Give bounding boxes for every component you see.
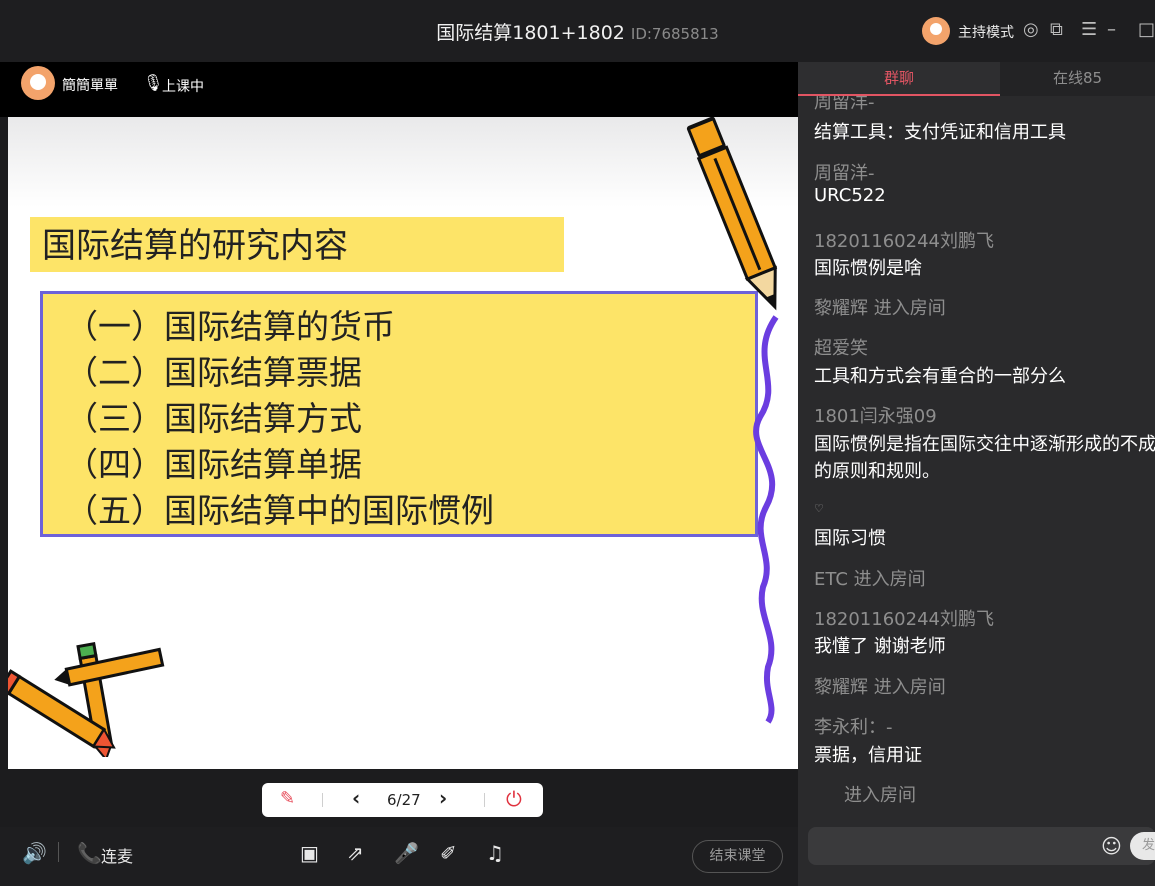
class-status: 上课中 bbox=[162, 79, 204, 95]
emoji-icon[interactable]: ☺ bbox=[1101, 834, 1122, 858]
message-sender: 周留洋- bbox=[814, 96, 875, 113]
edit-icon[interactable]: ✐ bbox=[440, 841, 457, 865]
presentation-slide: 国际结算的研究内容 （一）国际结算的货币 （二）国际结算票据 （三）国际结算方式… bbox=[8, 117, 798, 769]
slide-item: （四）国际结算单据 bbox=[65, 445, 362, 484]
send-button[interactable]: 发 bbox=[1130, 832, 1155, 860]
maximize-icon[interactable]: □ bbox=[1138, 18, 1155, 42]
microphone-button-icon[interactable]: 🎤 bbox=[394, 841, 419, 865]
video-header bbox=[0, 62, 798, 117]
message-content: 国际惯例是啥 bbox=[814, 258, 922, 279]
teacher-avatar bbox=[21, 66, 55, 100]
screen-share-icon[interactable]: ⇗ bbox=[347, 841, 364, 865]
slide-item: （二）国际结算票据 bbox=[65, 353, 362, 392]
page-indicator: 6/27 bbox=[387, 791, 421, 809]
teacher-name: 簡簡單單 bbox=[62, 78, 118, 94]
target-icon[interactable]: ◎ bbox=[1023, 18, 1039, 42]
microphone-icon: 🎙 bbox=[143, 73, 164, 92]
toolbar-divider bbox=[484, 793, 485, 807]
camera-off-icon[interactable]: ▣ bbox=[300, 841, 319, 865]
menu-icon[interactable]: ☰ bbox=[1081, 18, 1097, 42]
slide-content-box: （一）国际结算的货币 （二）国际结算票据 （三）国际结算方式 （四）国际结算单据… bbox=[40, 291, 758, 537]
message-sender: 18201160244刘鹏飞 bbox=[814, 609, 994, 630]
message-sender: 18201160244刘鹏飞 bbox=[814, 231, 994, 252]
previous-page-button[interactable]: ‹ bbox=[352, 786, 360, 810]
music-icon[interactable]: ♫ bbox=[486, 841, 504, 865]
bottom-divider bbox=[58, 842, 59, 862]
message-content: 我懂了 谢谢老师 bbox=[814, 636, 946, 657]
chat-message-list: 周留洋- 结算工具：支付凭证和信用工具 周留洋- URC522 18201160… bbox=[798, 96, 1155, 811]
host-mode-label[interactable]: 主持模式 bbox=[958, 22, 1014, 42]
tab-online[interactable]: 在线85 bbox=[1000, 62, 1155, 96]
slide-item: （三）国际结算方式 bbox=[65, 399, 362, 438]
minimize-icon[interactable]: – bbox=[1107, 18, 1116, 42]
message-system: 进入房间 bbox=[844, 785, 916, 806]
slide-toolbar: ✎ ‹ 6/27 › ⏻ bbox=[262, 783, 543, 817]
message-content: 工具和方式会有重合的一部分么 bbox=[814, 366, 1066, 387]
power-icon[interactable]: ⏻ bbox=[506, 787, 522, 811]
speaker-icon[interactable]: 🔊 bbox=[22, 841, 47, 865]
message-content: 国际惯例是指在国际交往中逐渐形成的不成 bbox=[814, 434, 1155, 455]
message-content: URC522 bbox=[814, 185, 886, 206]
slide-item: （五）国际结算中的国际惯例 bbox=[65, 491, 494, 530]
toolbar-divider bbox=[322, 793, 323, 807]
popout-icon[interactable]: ⧉ bbox=[1050, 18, 1063, 42]
message-system: 黎耀辉 进入房间 bbox=[814, 298, 946, 319]
message-content: 结算工具：支付凭证和信用工具 bbox=[814, 122, 1066, 143]
slide-item: （一）国际结算的货币 bbox=[65, 307, 395, 346]
message-system: ETC 进入房间 bbox=[814, 569, 926, 590]
message-content: 的原则和规则。 bbox=[814, 461, 940, 482]
message-system: 黎耀辉 进入房间 bbox=[814, 677, 946, 698]
host-avatar[interactable] bbox=[922, 17, 950, 45]
phone-icon[interactable]: 📞 bbox=[77, 841, 102, 865]
message-sender: 李永利：- bbox=[814, 717, 893, 738]
room-id: ID:7685813 bbox=[630, 25, 719, 43]
message-sender: ♡ bbox=[814, 502, 824, 515]
crossed-pencils-icon bbox=[8, 642, 165, 757]
pen-icon[interactable]: ✎ bbox=[280, 788, 295, 809]
end-class-button[interactable]: 结束课堂 bbox=[692, 840, 783, 873]
message-content: 国际习惯 bbox=[814, 528, 886, 549]
message-sender: 1801闫永强09 bbox=[814, 406, 937, 427]
link-mic-label[interactable]: 连麦 bbox=[101, 843, 133, 867]
message-sender: 周留洋- bbox=[814, 163, 875, 184]
class-title: 国际结算1801+1802 bbox=[436, 22, 625, 44]
classroom-app: 国际结算1801+1802 ID:7685813 主持模式 ◎ ⧉ ☰ – □ 簡… bbox=[0, 0, 1155, 886]
message-content: 票据，信用证 bbox=[814, 745, 922, 766]
pencil-clipart-icon bbox=[686, 117, 779, 724]
next-page-button[interactable]: › bbox=[439, 786, 447, 810]
tab-group-chat[interactable]: 群聊 bbox=[798, 62, 1000, 96]
message-sender: 超爱笑 bbox=[814, 338, 868, 359]
slide-title: 国际结算的研究内容 bbox=[30, 217, 564, 272]
